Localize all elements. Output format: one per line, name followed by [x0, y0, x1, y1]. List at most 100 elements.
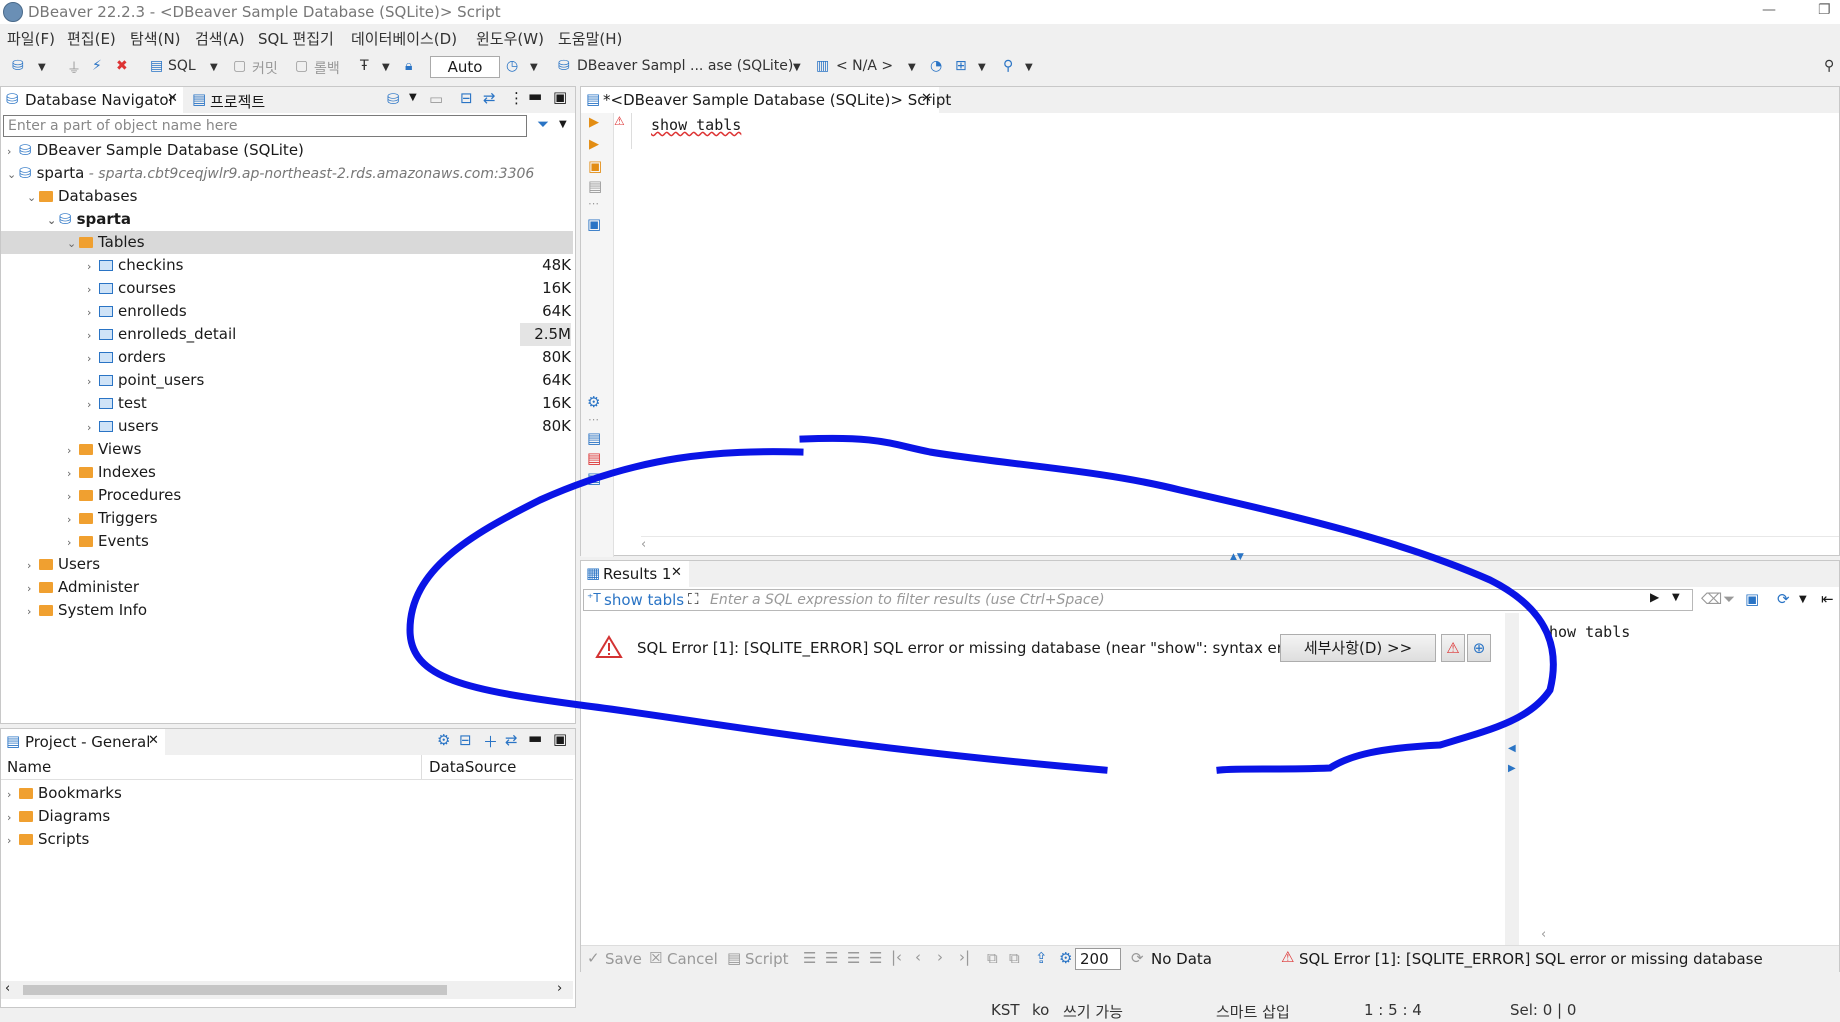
tree-item-users[interactable]: › Users — [27, 553, 100, 576]
schema-icon[interactable]: ▥ — [816, 58, 829, 74]
column-header-datasource[interactable]: DataSource — [429, 758, 516, 776]
save-script-icon[interactable]: ▤ — [587, 469, 601, 487]
project-item-scripts[interactable]: › Scripts — [7, 828, 89, 851]
link-editor-icon[interactable]: ⇄ — [483, 89, 496, 107]
edit-row-icon[interactable]: ☰ — [803, 949, 816, 967]
erd-icon[interactable]: ⊞ — [955, 58, 967, 74]
execute-statement-icon[interactable]: ▶ — [589, 115, 599, 130]
panels-icon[interactable]: ▣ — [1745, 590, 1759, 608]
new-connection-icon[interactable]: ⛁ — [12, 58, 24, 74]
column-header-name[interactable]: Name — [7, 758, 51, 776]
cancel-button[interactable]: Cancel — [667, 950, 718, 968]
rollback-icon[interactable]: ▢ — [295, 58, 308, 74]
tree-item-system-info[interactable]: › System Info — [27, 599, 147, 622]
history-icon[interactable]: ◷ — [506, 58, 518, 74]
execute-script-icon[interactable]: ▶ — [589, 137, 599, 152]
project-item-diagrams[interactable]: › Diagrams — [7, 805, 110, 828]
panel-splitter[interactable]: ◀ ▶ — [1505, 613, 1519, 953]
close-icon[interactable]: ✕ — [921, 91, 932, 106]
chevron-down-icon[interactable]: ▼ — [530, 62, 538, 73]
first-page-icon[interactable]: |‹ — [891, 948, 902, 966]
chevron-down-icon[interactable]: ▼ — [1025, 62, 1033, 73]
datasource-icon[interactable]: ⛁ — [558, 58, 570, 74]
maximize-icon[interactable]: ❐ — [1818, 2, 1831, 18]
tree-item-databases[interactable]: ⌄ Databases — [27, 185, 137, 208]
menu-database[interactable]: 데이터베이스(D) — [351, 28, 457, 49]
erase-filter-icon[interactable]: ⌫ — [1701, 590, 1722, 608]
chevron-down-icon[interactable]: ▼ — [559, 119, 567, 130]
save-button[interactable]: Save — [605, 950, 642, 968]
table-row[interactable]: › users 80K — [1, 415, 573, 438]
transaction-mode-field[interactable]: Auto — [430, 56, 500, 78]
project-item-bookmarks[interactable]: › Bookmarks — [7, 782, 122, 805]
collapse-left-icon[interactable]: ◀ — [1508, 743, 1516, 754]
fetch-all-icon[interactable]: ⧉ — [1009, 949, 1020, 967]
scroll-left-icon[interactable]: ‹ — [1541, 927, 1546, 942]
apply-filter-icon[interactable]: ▶ — [1650, 590, 1659, 604]
terminal-icon[interactable]: ▣ — [587, 215, 601, 233]
tab-sql-script[interactable]: ▤ *<DBeaver Sample Database (SQLite)> Sc… — [581, 87, 951, 113]
table-row[interactable]: › enrolleds 64K — [1, 300, 573, 323]
tree-item-sparta-db[interactable]: ⌄ ⛁ sparta — [47, 208, 131, 231]
minimize-icon[interactable]: ▬ — [528, 87, 542, 105]
menu-file[interactable]: 파일(F) — [7, 28, 55, 49]
quick-search-icon[interactable]: ⚲ — [1824, 58, 1834, 74]
table-row[interactable]: › checkins 48K — [1, 254, 573, 277]
fetch-next-icon[interactable]: ⧉ — [987, 949, 998, 967]
rollback-button[interactable]: 롤백 — [314, 58, 340, 78]
format-icon[interactable]: ▤ — [588, 177, 602, 195]
menu-help[interactable]: 도움말(H) — [558, 28, 622, 49]
menu-search[interactable]: 검색(A) — [195, 28, 245, 49]
new-folder-icon[interactable]: ▭ — [429, 90, 443, 108]
cancel-icon[interactable]: ☒ — [649, 949, 662, 967]
maximize-icon[interactable]: ▣ — [553, 730, 567, 748]
transaction-mode-icon[interactable]: Ŧ — [360, 58, 369, 74]
view-menu-icon[interactable]: ⋮ — [509, 89, 524, 107]
scroll-left-icon[interactable]: ‹ — [641, 537, 646, 552]
tab-projects[interactable]: ▤ 프로젝트 — [189, 87, 299, 113]
details-button[interactable]: 세부사항(D) >> — [1280, 634, 1436, 662]
more-icon[interactable]: ⋯ — [588, 413, 599, 426]
link-editor-icon[interactable]: ⇄ — [505, 731, 518, 749]
chevron-down-icon[interactable]: ▼ — [409, 92, 417, 103]
export-icon[interactable]: ⇪ — [1035, 949, 1048, 967]
fetch-size-input[interactable]: 200 — [1075, 948, 1121, 970]
gear-icon[interactable]: ⚙ — [437, 731, 450, 749]
tab-results-1[interactable]: ▦ Results 1 ✕ — [581, 561, 689, 587]
maximize-icon[interactable]: ▣ — [553, 88, 567, 106]
last-page-icon[interactable]: ›| — [959, 948, 970, 966]
chevron-down-icon[interactable]: ▼ — [793, 62, 801, 73]
tab-database-navigator[interactable]: ⛁ Database Navigator ✕ — [1, 87, 183, 113]
search-icon[interactable]: ⚲ — [1003, 58, 1013, 74]
explain-plan-icon[interactable]: ▣ — [588, 157, 602, 175]
commit-icon[interactable]: ▢ — [233, 58, 246, 74]
collapse-all-icon[interactable]: ⊟ — [460, 89, 473, 107]
expand-filter-icon[interactable]: ⛶ — [688, 590, 699, 608]
chevron-down-icon[interactable]: ▼ — [382, 62, 390, 73]
tab-project-general[interactable]: ▤ Project - General ✕ — [1, 729, 165, 755]
tree-item-events[interactable]: › Events — [67, 530, 149, 553]
close-icon[interactable]: ✕ — [167, 91, 178, 106]
export-icon[interactable]: ▤ — [587, 429, 601, 447]
script-icon[interactable]: ▤ — [727, 949, 741, 967]
horizontal-scrollbar[interactable]: ‹ › — [1, 981, 573, 999]
chevron-down-icon[interactable]: ▼ — [1799, 594, 1807, 605]
refresh-icon[interactable]: ⟳ — [1777, 590, 1790, 608]
scrollbar-thumb[interactable] — [23, 985, 447, 995]
sql-code-line[interactable]: show tabls — [651, 116, 741, 134]
tree-item-views[interactable]: › Views — [67, 438, 141, 461]
add-row-icon[interactable]: ☰ — [825, 949, 838, 967]
close-icon[interactable]: ✕ — [148, 733, 159, 748]
commit-button[interactable]: 커밋 — [252, 58, 278, 78]
tree-item-administer[interactable]: › Administer — [27, 576, 139, 599]
help-button[interactable]: ⊕ — [1467, 634, 1491, 662]
menu-edit[interactable]: 편집(E) — [67, 28, 116, 49]
disconnect-icon[interactable]: ⏚ — [67, 58, 81, 78]
filter-placeholder[interactable]: Enter a SQL expression to filter results… — [710, 592, 1105, 608]
toggle-panel-icon[interactable]: ⇤ — [1821, 590, 1834, 608]
table-row[interactable]: › test 16K — [1, 392, 573, 415]
tree-item-sparta-connection[interactable]: ⌄ ⛁ sparta - sparta.cbt9ceqjwlr9.ap-northe… — [7, 162, 534, 185]
table-row[interactable]: › courses 16K — [1, 277, 573, 300]
gear-icon[interactable]: ⚙ — [587, 393, 600, 411]
tree-item-procedures[interactable]: › Procedures — [67, 484, 181, 507]
